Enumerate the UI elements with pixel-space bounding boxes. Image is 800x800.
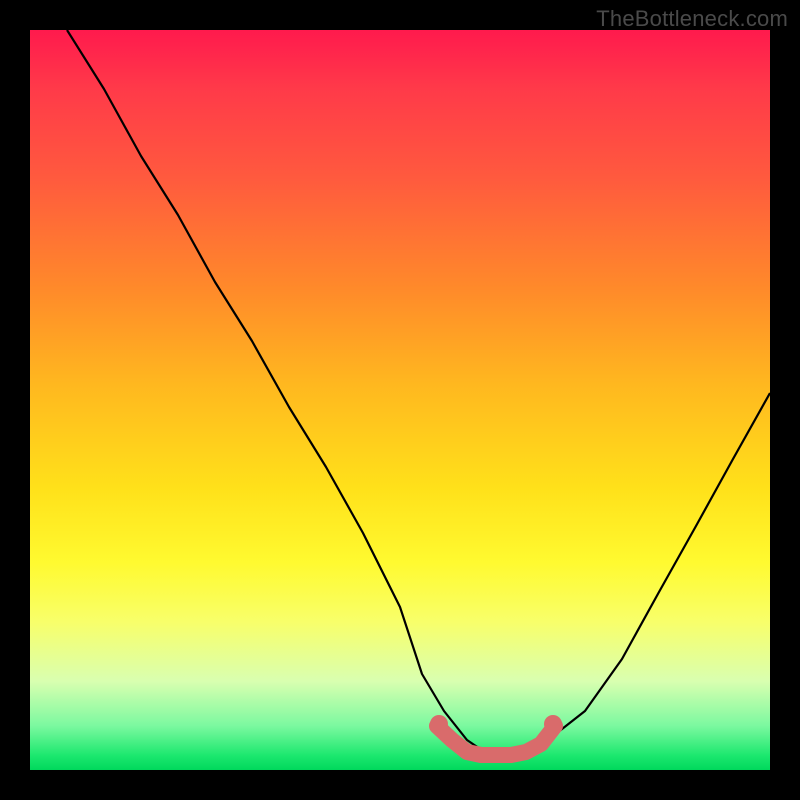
watermark-text: TheBottleneck.com — [596, 6, 788, 32]
marker-dot-left — [430, 715, 448, 733]
plot-area — [30, 30, 770, 770]
marker-dot-right — [544, 715, 562, 733]
curve-svg — [30, 30, 770, 770]
bottleneck-curve — [67, 30, 770, 759]
optimal-band-marker — [437, 726, 555, 755]
chart-frame: TheBottleneck.com — [0, 0, 800, 800]
